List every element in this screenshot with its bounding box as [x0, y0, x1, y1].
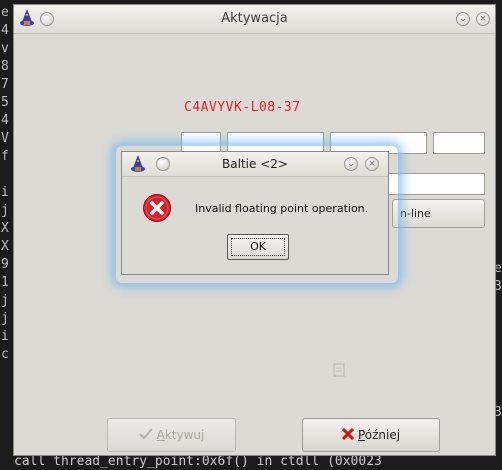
- dialog-titlebar: Baltie <2> ⌄ ×: [122, 152, 388, 177]
- minimize-button[interactable]: ⌄: [456, 12, 470, 26]
- terminal-char: i: [1, 185, 9, 200]
- ok-button[interactable]: OK: [227, 234, 289, 260]
- faded-document-icon: [333, 363, 345, 377]
- titlebar: Aktywacja ⌄ ×: [14, 5, 495, 34]
- terminal-char: e: [1, 5, 9, 20]
- dialog-minimize-button[interactable]: ⌄: [344, 157, 358, 171]
- error-message: Invalid floating point operation.: [195, 202, 369, 215]
- later-button[interactable]: Później: [302, 418, 440, 452]
- terminal-char: 9: [1, 257, 9, 272]
- email-field[interactable]: [386, 173, 485, 195]
- terminal-bottom-line: call thread_entry_point:0x6f() in ctdll …: [14, 454, 382, 469]
- terminal-left-column: e 4 v 8 7 5 4 V f i j X X 9 1 j j i c: [1, 4, 11, 364]
- terminal-char: [1, 166, 11, 184]
- error-dialog: Baltie <2> ⌄ × Invalid floating point op…: [121, 151, 389, 275]
- terminal-char: i: [1, 329, 9, 344]
- terminal-char: 5: [1, 95, 9, 110]
- activation-code: C4AVYVK-L08-37: [184, 100, 301, 115]
- terminal-char: j: [1, 203, 9, 218]
- later-mnemonic: P: [357, 428, 365, 442]
- dialog-close-button[interactable]: ×: [365, 157, 379, 171]
- terminal-char: 1: [1, 275, 9, 290]
- check-icon: [138, 428, 153, 440]
- terminal-char: v: [1, 41, 9, 56]
- disabled-icon: [332, 363, 346, 377]
- activate-button[interactable]: Aktywuj: [107, 418, 236, 452]
- terminal-char: j: [1, 293, 9, 308]
- close-button[interactable]: ×: [476, 12, 490, 26]
- terminal-char: X: [1, 221, 9, 236]
- terminal-char: V: [1, 131, 9, 146]
- terminal-char: 8: [1, 59, 9, 74]
- online-activation-button[interactable]: n-line: [392, 199, 485, 228]
- activate-label: ktywuj: [164, 428, 205, 442]
- error-icon: [143, 194, 171, 222]
- terminal-char: X: [1, 239, 9, 254]
- terminal-char: 4: [1, 23, 9, 38]
- key-field-4[interactable]: [433, 132, 485, 154]
- later-label: óźniej: [364, 428, 401, 442]
- window-title: Aktywacja: [221, 11, 288, 26]
- terminal-char: c: [1, 347, 9, 362]
- activate-mnemonic: A: [156, 428, 165, 442]
- terminal-char: 7: [1, 77, 9, 92]
- terminal-char: j: [1, 311, 9, 326]
- cross-icon: [341, 428, 354, 440]
- terminal-char: f: [1, 149, 9, 164]
- terminal-char: 4: [1, 113, 9, 128]
